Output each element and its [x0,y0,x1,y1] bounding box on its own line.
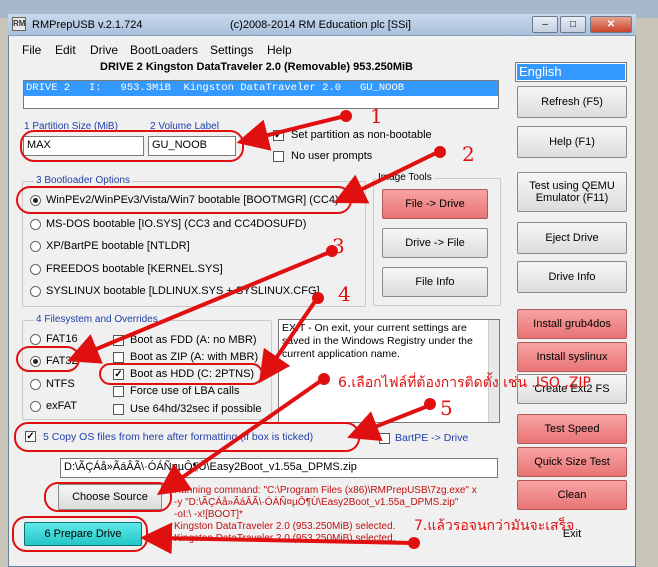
annotation-number-2: 2 [462,142,475,166]
annotation-number-4: 4 [338,282,351,306]
annotation-number-5: 5 [440,396,453,420]
annotation-step-6: 6.เลือกไฟล์ที่ต้องการติดตั้ง เช่น .ISO ,… [338,375,591,391]
arrow-3 [67,250,331,364]
arrow-2 [333,150,439,204]
arrow-7 [140,522,413,555]
arrow-4-dot [312,292,324,304]
arrow-6 [156,378,324,496]
arrow-6-dot [318,373,330,385]
arrow-7-dot [408,537,420,549]
arrow-1 [236,114,346,151]
arrow-5 [347,404,429,442]
arrow-1-dot [340,110,352,122]
annotation-step-7: 7.แล้วรอจนกว่ามันจะเสร็จ [414,518,575,534]
annotation-number-1: 1 [370,104,383,128]
arrow-2-dot [434,146,446,158]
arrow-5-dot [424,398,436,410]
annotation-number-3: 3 [332,234,345,258]
arrow-4 [258,298,318,384]
annotation-arrows [67,110,446,555]
